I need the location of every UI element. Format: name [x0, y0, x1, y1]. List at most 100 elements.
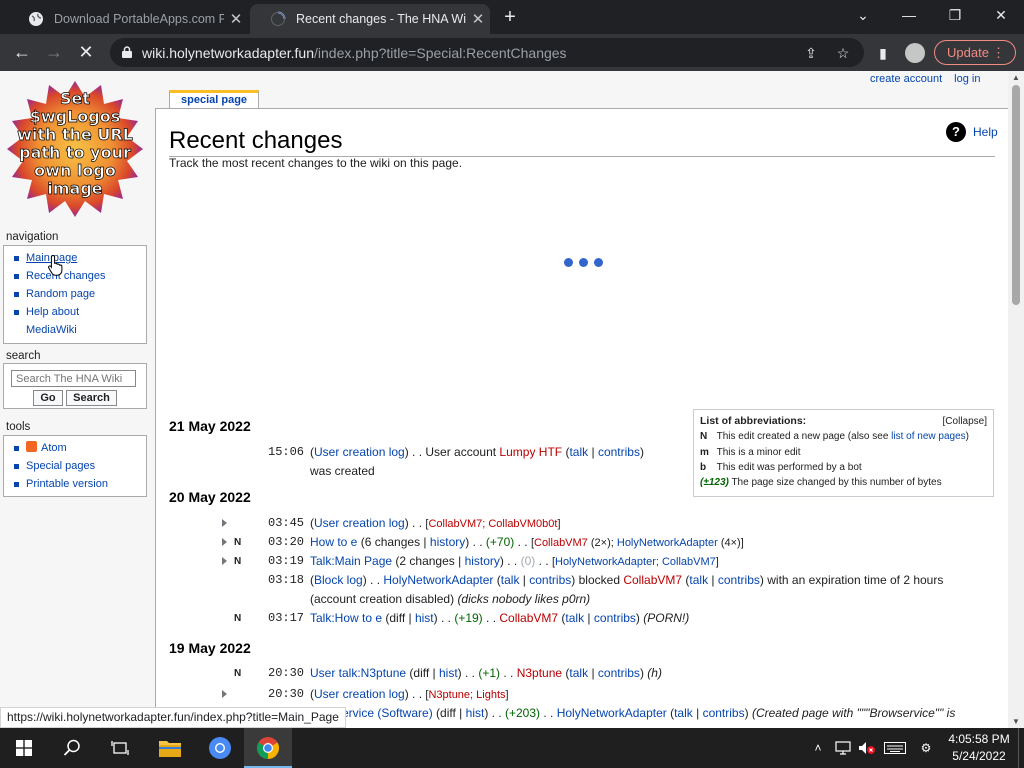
- settings-gear-icon[interactable]: ⚙: [914, 728, 938, 768]
- user-link[interactable]: HolyNetworkAdapter: [557, 706, 667, 720]
- chrome-icon[interactable]: [244, 728, 292, 768]
- forward-icon[interactable]: →: [42, 40, 66, 64]
- help-link[interactable]: ? Help: [946, 122, 998, 142]
- new-tab-icon[interactable]: +: [498, 5, 522, 29]
- page-link[interactable]: ervice (Software): [342, 706, 433, 720]
- clock-time: 4:05:58 PM: [948, 732, 1010, 746]
- tab-title: Download PortableApps.com Pla: [54, 12, 224, 26]
- log-link[interactable]: Block log: [314, 573, 363, 587]
- log-link[interactable]: User creation log: [314, 687, 405, 701]
- browser-toolbar: ← → ✕ wiki.holynetworkadapter.fun/index.…: [0, 34, 1024, 71]
- chromium-icon[interactable]: [196, 728, 244, 768]
- bookmark-star-icon[interactable]: ☆: [832, 42, 854, 64]
- contribs-link[interactable]: contribs: [598, 445, 640, 459]
- minimize-icon[interactable]: —: [886, 0, 932, 32]
- create-account-link[interactable]: create account: [870, 73, 942, 85]
- tools-special-pages[interactable]: Special pages: [14, 457, 146, 475]
- network-icon[interactable]: [832, 728, 854, 768]
- page-title: Recent changes: [169, 127, 343, 154]
- search-icon[interactable]: [48, 728, 96, 768]
- scroll-up-icon[interactable]: ▲: [1012, 73, 1020, 82]
- personal-tools: create account log in: [870, 73, 992, 85]
- expand-arrow-icon[interactable]: [222, 557, 227, 565]
- menu-dots-icon: ⋮: [992, 45, 1005, 60]
- svg-text:$wgLogos: $wgLogos: [30, 107, 121, 126]
- close-tab-icon[interactable]: ✕: [224, 10, 248, 28]
- scrollbar-thumb[interactable]: [1012, 85, 1020, 305]
- vertical-scrollbar[interactable]: ▲ ▼: [1008, 71, 1024, 728]
- back-icon[interactable]: ←: [10, 40, 34, 64]
- page-link[interactable]: Talk:How to e: [310, 611, 382, 625]
- history-link[interactable]: history: [430, 535, 465, 549]
- start-button[interactable]: [0, 728, 48, 768]
- user-link[interactable]: N3ptune: [517, 666, 562, 680]
- user-link[interactable]: CollabVM7: [499, 611, 558, 625]
- svg-text:path to your: path to your: [19, 143, 131, 162]
- rss-icon: [26, 441, 37, 452]
- nav-main-page[interactable]: Main page: [14, 249, 146, 267]
- restore-icon[interactable]: ❐: [932, 0, 978, 32]
- volume-muted-icon[interactable]: [856, 728, 878, 768]
- abbreviations-legend: List of abbreviations: [Collapse] N This…: [693, 409, 994, 497]
- nav-random-page[interactable]: Random page: [14, 285, 146, 303]
- tab-portableapps[interactable]: Download PortableApps.com Pla ✕: [8, 4, 248, 34]
- profile-avatar[interactable]: [905, 43, 925, 63]
- search-input[interactable]: [11, 370, 136, 387]
- tools-printable-version[interactable]: Printable version: [14, 475, 146, 493]
- close-window-icon[interactable]: ✕: [978, 0, 1024, 32]
- show-desktop-button[interactable]: [1018, 728, 1024, 768]
- windows-taskbar: ˄ ⚙ 4:05:58 PM 5/24/2022: [0, 728, 1024, 768]
- update-button[interactable]: Update ⋮: [934, 40, 1016, 65]
- wiki-logo[interactable]: Set$wgLogoswith the URLpath to yourown l…: [5, 79, 145, 219]
- list-of-new-pages-link[interactable]: list of new pages: [891, 431, 966, 442]
- show-hidden-icons-icon[interactable]: ˄: [808, 728, 828, 768]
- page-link[interactable]: Talk:Main Page: [310, 554, 392, 568]
- user-link[interactable]: HolyNetworkAdapter: [383, 573, 493, 587]
- nav-help[interactable]: Help about MediaWiki: [14, 303, 146, 339]
- legend-collapse-link[interactable]: [Collapse]: [943, 414, 987, 429]
- expand-arrow-icon[interactable]: [222, 538, 227, 546]
- user-link[interactable]: Lumpy HTF: [499, 445, 562, 459]
- tools-heading: tools: [6, 421, 31, 433]
- expand-arrow-icon[interactable]: [222, 690, 227, 698]
- system-clock[interactable]: 4:05:58 PM 5/24/2022: [944, 731, 1014, 765]
- scroll-down-icon[interactable]: ▼: [1012, 717, 1020, 726]
- close-tab-icon[interactable]: ✕: [466, 10, 490, 28]
- content-area: Recent changes ? Help Track the most rece…: [155, 108, 1008, 728]
- address-bar[interactable]: wiki.holynetworkadapter.fun/index.php?ti…: [110, 38, 864, 67]
- svg-text:image: image: [47, 179, 102, 198]
- stop-loading-icon[interactable]: ✕: [74, 40, 98, 64]
- tools-atom[interactable]: Atom: [14, 439, 146, 457]
- task-view-icon[interactable]: [96, 728, 144, 768]
- history-link[interactable]: history: [465, 554, 500, 568]
- page-link[interactable]: User talk:N3ptune: [310, 666, 406, 680]
- page-link[interactable]: How to e: [310, 535, 357, 549]
- talk-link[interactable]: talk: [569, 445, 588, 459]
- keyboard-icon[interactable]: [882, 728, 908, 768]
- share-icon[interactable]: ⇪: [800, 42, 822, 64]
- log-link[interactable]: User creation log: [314, 516, 405, 530]
- svg-text:with the URL: with the URL: [17, 125, 133, 144]
- page-intro: Track the most recent changes to the wik…: [169, 156, 463, 170]
- loading-spinner-icon: [271, 11, 286, 26]
- navigation-heading: navigation: [6, 231, 59, 243]
- side-panel-icon[interactable]: ▮: [872, 42, 894, 64]
- user-link[interactable]: CollabVM7: [623, 573, 682, 587]
- go-button[interactable]: Go: [33, 390, 63, 406]
- search-button[interactable]: Search: [66, 390, 117, 406]
- wiki-page: Set $wgLogos with the URL path to your own l…: [0, 71, 1008, 728]
- tab-search-icon[interactable]: ⌄: [840, 0, 886, 32]
- legend-row-size: (±123) The page size changed by this num…: [700, 477, 942, 489]
- legend-row-new: N This edit created a new page (also see…: [700, 431, 969, 443]
- hand-cursor-icon: [48, 254, 63, 276]
- log-link[interactable]: User creation log: [314, 445, 405, 459]
- tab-special-page[interactable]: special page: [169, 90, 260, 108]
- tab-recent-changes[interactable]: Recent changes - The HNA Wiki ✕: [250, 4, 490, 34]
- log-in-link[interactable]: log in: [954, 73, 980, 85]
- file-explorer-icon[interactable]: [146, 728, 194, 768]
- search-heading: search: [6, 350, 41, 362]
- nav-recent-changes[interactable]: Recent changes: [14, 267, 146, 285]
- windows-logo-icon: [16, 740, 32, 756]
- search-portal: Go Search: [3, 363, 147, 409]
- expand-arrow-icon[interactable]: [222, 519, 227, 527]
